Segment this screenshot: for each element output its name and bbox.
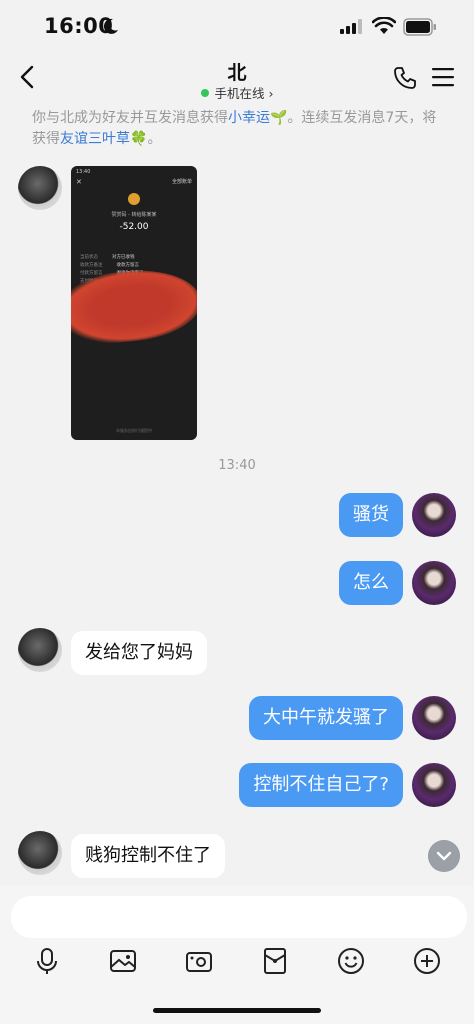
message-bubble[interactable]: 怎么 xyxy=(339,561,403,605)
status-bar: 16:00 xyxy=(0,0,474,56)
redaction-scribble xyxy=(71,263,197,349)
camera-icon[interactable] xyxy=(184,946,214,976)
clover-link[interactable]: 友谊三叶草 xyxy=(60,131,130,147)
battery-icon xyxy=(403,18,436,36)
clover-icon: 🍀 xyxy=(130,131,148,147)
wifi-icon xyxy=(372,17,396,34)
message-bubble[interactable]: 贱狗控制不住了 xyxy=(71,834,225,878)
emoji-icon[interactable] xyxy=(336,946,366,976)
avatar-contact[interactable] xyxy=(18,831,62,875)
message-bubble[interactable]: 控制不住自己了? xyxy=(239,763,403,807)
avatar-self[interactable] xyxy=(412,561,456,605)
image-merchant: 赞赏码 - 转给陈某某 xyxy=(111,212,157,218)
online-status-text: 手机在线 xyxy=(214,86,265,101)
avatar-self[interactable] xyxy=(412,493,456,537)
image-footer: 本服务由财付通提供 xyxy=(116,428,152,433)
avatar-self[interactable] xyxy=(412,696,456,740)
image-message[interactable]: 13:40 ✕ 全部账单 赞赏码 - 转给陈某某 -52.00 当前状态 对方已收… xyxy=(71,166,197,440)
image-row: 当前状态 对方已收钱 xyxy=(80,255,135,260)
input-area xyxy=(0,886,474,1024)
system-text-1: 你与北成为好友并互发消息获得 xyxy=(32,110,228,126)
image-row: 收款方备注 收款方留言 xyxy=(80,263,139,268)
message-bubble[interactable]: 大中午就发骚了 xyxy=(249,696,403,740)
system-message: 你与北成为好友并互发消息获得小幸运🌱。连续互发消息7天，将获得友谊三叶草🍀。 xyxy=(32,108,444,150)
message-timestamp: 13:40 xyxy=(218,458,256,473)
home-indicator xyxy=(153,1008,321,1013)
microphone-icon[interactable] xyxy=(32,946,62,976)
message-input[interactable] xyxy=(11,896,467,938)
plus-icon[interactable] xyxy=(412,946,442,976)
menu-icon[interactable] xyxy=(432,67,454,87)
moon-icon xyxy=(103,18,118,34)
message-bubble[interactable]: 骚货 xyxy=(339,493,403,537)
avatar-self[interactable] xyxy=(412,763,456,807)
system-text-3: 。 xyxy=(147,131,162,147)
red-packet-icon[interactable] xyxy=(260,946,290,976)
avatar-contact[interactable] xyxy=(18,166,62,210)
avatar-contact[interactable] xyxy=(18,628,62,672)
chevron-right-icon: › xyxy=(268,86,274,101)
signal-icon xyxy=(340,19,362,34)
scroll-down-icon[interactable] xyxy=(428,840,460,872)
message-bubble[interactable]: 发给您了妈妈 xyxy=(71,631,207,675)
chat-header: 北 手机在线 › xyxy=(0,52,474,104)
sprout-icon: 🌱 xyxy=(270,110,288,126)
online-dot-icon xyxy=(200,89,209,97)
image-amount: -52.00 xyxy=(119,222,149,232)
image-all-bills: 全部账单 xyxy=(171,179,192,185)
image-status-time: 13:40 xyxy=(76,169,91,175)
phone-icon[interactable] xyxy=(393,66,417,90)
image-close-icon: ✕ xyxy=(76,178,82,186)
lucky-link[interactable]: 小幸运 xyxy=(228,110,270,126)
image-icon[interactable] xyxy=(108,946,138,976)
merchant-logo-icon xyxy=(128,193,140,205)
